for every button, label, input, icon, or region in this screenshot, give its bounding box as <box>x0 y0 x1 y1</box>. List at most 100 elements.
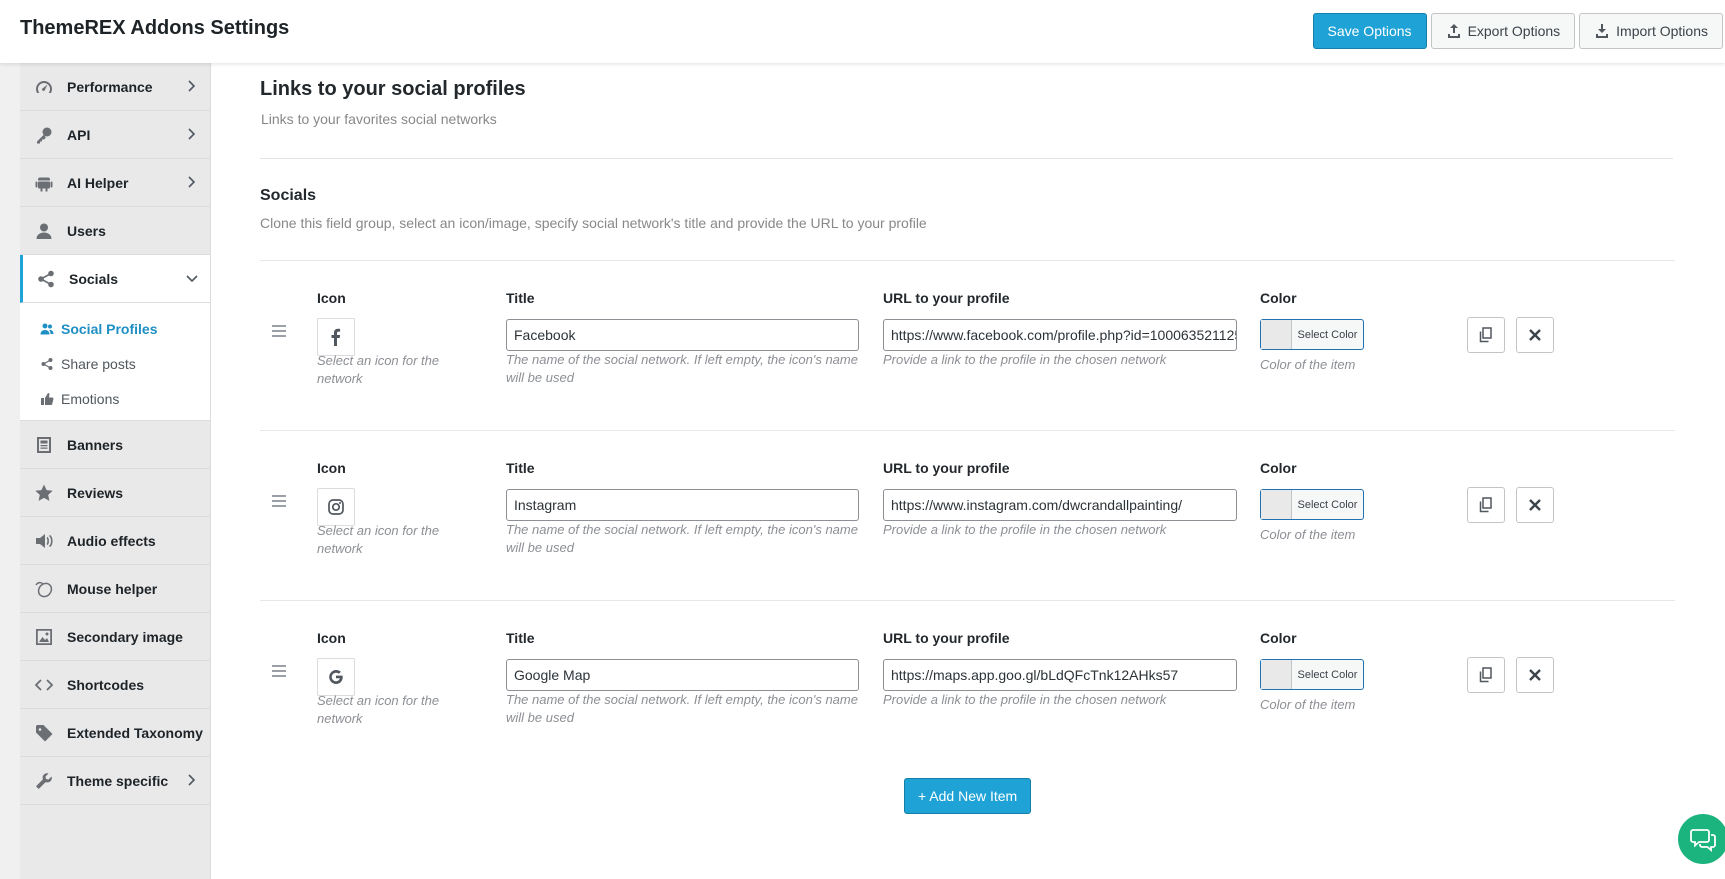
color-swatch <box>1261 320 1292 349</box>
select-color-button[interactable]: Select Color <box>1260 659 1364 690</box>
key-icon <box>34 125 54 145</box>
group-title: Socials <box>260 187 317 204</box>
social-item-row: Icon Select an icon for the network Titl… <box>260 600 1675 770</box>
submenu-item-label: Emotions <box>61 390 120 407</box>
icon-field-label: Icon <box>317 290 346 306</box>
title-field-label: Title <box>506 630 535 646</box>
sidebar-item-label: Banners <box>67 436 124 453</box>
instagram-icon <box>328 499 344 515</box>
copy-icon <box>1479 327 1492 343</box>
url-field-label: URL to your profile <box>883 290 1010 306</box>
select-color-label: Select Color <box>1297 668 1358 681</box>
banner-icon <box>34 435 54 455</box>
share-icon <box>36 269 56 289</box>
wrench-icon <box>34 771 54 791</box>
sidebar-item-shortcodes[interactable]: Shortcodes <box>20 661 210 709</box>
sidebar-item-ai-helper[interactable]: AI Helper <box>20 159 210 207</box>
delete-item-button[interactable] <box>1516 317 1554 353</box>
drag-handle-icon[interactable] <box>272 665 286 677</box>
sidebar-item-label: Shortcodes <box>67 676 145 693</box>
sidebar-item-users[interactable]: Users <box>20 207 210 255</box>
import-options-button[interactable]: Import Options <box>1579 13 1723 49</box>
google-icon <box>329 670 343 684</box>
url-input[interactable]: https://maps.app.goo.gl/bLdQFcTnk12AHks5… <box>883 659 1237 691</box>
sidebar-item-api[interactable]: API <box>20 111 210 159</box>
clone-item-button[interactable] <box>1467 317 1505 353</box>
title-field-hint: The name of the social network. If left … <box>506 522 858 555</box>
gauge-icon <box>34 77 54 97</box>
section-title: Links to your social profiles <box>260 78 526 100</box>
close-icon <box>1529 669 1541 681</box>
select-color-label: Select Color <box>1297 328 1358 341</box>
url-field-label: URL to your profile <box>883 460 1010 476</box>
sidebar-item-secondary-image[interactable]: Secondary image <box>20 613 210 661</box>
title-input[interactable]: Facebook <box>506 319 859 351</box>
star-icon <box>34 483 54 503</box>
url-field-hint: Provide a link to the profile in the cho… <box>883 522 1167 537</box>
sidebar-item-theme-specific[interactable]: Theme specific <box>20 757 210 805</box>
url-input[interactable]: https://www.instagram.com/dwcrandallpain… <box>883 489 1237 521</box>
sidebar-item-banners[interactable]: Banners <box>20 421 210 469</box>
clone-item-button[interactable] <box>1467 487 1505 523</box>
save-options-button[interactable]: Save Options <box>1312 13 1427 49</box>
select-color-button[interactable]: Select Color <box>1260 489 1364 520</box>
sidebar-item-label: Users <box>67 222 106 239</box>
sidebar-item-label: Extended Taxonomy <box>67 724 203 741</box>
url-input[interactable]: https://www.facebook.com/profile.php?id=… <box>883 319 1237 351</box>
sidebar-item-mouse-helper[interactable]: Mouse helper <box>20 565 210 613</box>
copy-icon <box>1479 497 1492 513</box>
sidebar-item-extended-taxonomy[interactable]: Extended Taxonomy <box>20 709 210 757</box>
select-color-button[interactable]: Select Color <box>1260 319 1364 350</box>
sidebar-item-socials[interactable]: Socials <box>20 255 210 303</box>
icon-picker[interactable] <box>317 318 355 356</box>
sidebar-item-performance[interactable]: Performance <box>20 63 210 111</box>
tag-icon <box>34 723 54 743</box>
url-field-label: URL to your profile <box>883 630 1010 646</box>
icon-field-hint: Select an icon for the network <box>317 523 440 556</box>
chat-widget-button[interactable] <box>1678 814 1725 864</box>
delete-item-button[interactable] <box>1516 657 1554 693</box>
title-field-hint: The name of the social network. If left … <box>506 692 858 725</box>
social-item-row: Icon Select an icon for the network Titl… <box>260 430 1675 600</box>
import-options-label: Import Options <box>1616 23 1708 39</box>
icon-field-hint: Select an icon for the network <box>317 353 440 386</box>
sidebar-item-reviews[interactable]: Reviews <box>20 469 210 517</box>
chevron-right-icon <box>186 127 198 141</box>
title-input[interactable]: Google Map <box>506 659 859 691</box>
add-new-item-button[interactable]: + Add New Item <box>904 778 1032 814</box>
chevron-right-icon <box>186 773 198 787</box>
mouse-icon <box>34 579 54 599</box>
submenu-item-label: Social Profiles <box>61 320 158 337</box>
sidebar-item-label: Theme specific <box>67 772 169 789</box>
submenu-item-social-profiles[interactable]: Social Profiles <box>20 311 210 346</box>
sidebar-item-label: Performance <box>67 78 153 95</box>
icon-picker[interactable] <box>317 488 355 526</box>
title-field-label: Title <box>506 460 535 476</box>
color-field-hint: Color of the item <box>1260 357 1356 372</box>
chevron-right-icon <box>186 79 198 93</box>
section-description: Links to your favorites social networks <box>261 111 497 127</box>
sidebar-item-label: API <box>67 126 91 143</box>
drag-handle-icon[interactable] <box>272 325 286 337</box>
close-icon <box>1529 499 1541 511</box>
icon-picker[interactable] <box>317 658 355 696</box>
clone-item-button[interactable] <box>1467 657 1505 693</box>
copy-icon <box>1479 667 1492 683</box>
submenu-item-share-posts[interactable]: Share posts <box>20 346 210 381</box>
users-icon <box>40 322 54 336</box>
facebook-icon <box>331 328 341 346</box>
color-field-label: Color <box>1260 460 1297 476</box>
settings-sidebar: Performance API AI Helper Users Socials … <box>20 63 211 879</box>
title-input[interactable]: Instagram <box>506 489 859 521</box>
icon-field-hint: Select an icon for the network <box>317 693 440 726</box>
delete-item-button[interactable] <box>1516 487 1554 523</box>
download-icon <box>1596 24 1609 38</box>
submenu-item-emotions[interactable]: Emotions <box>20 381 210 416</box>
sidebar-item-label: Mouse helper <box>67 580 158 597</box>
chevron-down-icon <box>186 271 198 285</box>
drag-handle-icon[interactable] <box>272 495 286 507</box>
url-field-hint: Provide a link to the profile in the cho… <box>883 692 1167 707</box>
sidebar-item-audio-effects[interactable]: Audio effects <box>20 517 210 565</box>
export-options-button[interactable]: Export Options <box>1430 13 1576 49</box>
upload-icon <box>1447 24 1460 38</box>
